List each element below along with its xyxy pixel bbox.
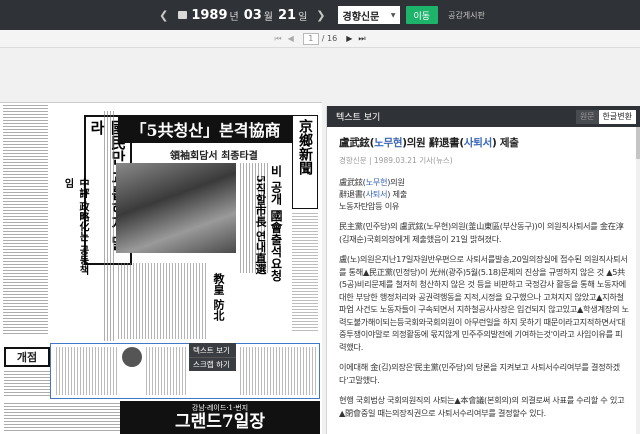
article-paragraph: 民主黨(민주당)의 盧武鉉(노무현)의원(釜山東區(부산동구))이 의원직사퇴서… xyxy=(339,221,624,244)
prev-date-arrow-icon[interactable]: ❮ xyxy=(155,9,172,22)
scrollbar-track[interactable] xyxy=(636,127,640,434)
ad-brand: 개점 xyxy=(4,347,50,367)
next-page-icon[interactable]: ▶ xyxy=(343,34,355,43)
year-unit: 년 xyxy=(229,11,239,23)
tab-korean[interactable]: 한글변환 xyxy=(598,109,636,124)
article-lead: 盧武鉉(노무현)의원 辭退書(사퇴서) 제출 노동자탄압등 이유 xyxy=(339,176,629,212)
day-unit: 일 xyxy=(298,11,308,23)
column-text xyxy=(292,213,318,333)
tab-original[interactable]: 원문 xyxy=(575,109,599,124)
calendar-icon[interactable] xyxy=(178,11,188,19)
article-meta: 경향신문 | 1989.03.21 기사(뉴스) xyxy=(339,156,453,165)
lead-part: )의원 xyxy=(387,177,405,187)
ad-bottom-title: 그랜드7일장 xyxy=(174,412,266,432)
column-text xyxy=(3,105,48,335)
total-pages: / 16 xyxy=(321,34,338,43)
text-panel-header: 텍스트 보기 원문 한글변환 xyxy=(327,106,640,127)
menu-item-scrap[interactable]: 스크랩 하기 xyxy=(189,357,236,371)
newspaper-select-value: 경향신문 xyxy=(342,11,380,23)
masthead: 京鄉新聞 xyxy=(292,115,318,209)
top-toolbar: ❮ 1989 년 03 월 21 일 ❯ 경향신문 ▼ 이동 공감게시판 xyxy=(0,0,640,30)
column-text xyxy=(104,111,116,341)
text-view-panel: 텍스트 보기 원문 한글변환 盧武鉉(노무현)의원 辭退書(사퇴서) 제출 경향… xyxy=(326,106,640,434)
first-page-icon[interactable]: ⏮ xyxy=(271,34,284,44)
article-paragraph: 盧(노)의원은지난17일자원반우편으로 사퇴서를발송,20일의장실에 접수된 의… xyxy=(339,254,629,352)
title-part: 사퇴서 xyxy=(463,137,492,149)
next-date-arrow-icon[interactable]: ❯ xyxy=(312,9,329,22)
lead-part: ) 제출 xyxy=(387,189,407,199)
move-button[interactable]: 이동 xyxy=(405,6,439,24)
bottom-ad-box: 강남·레이드·1·번지 그랜드7일장 xyxy=(120,401,320,434)
lead-part: 노동자탄압등 이유 xyxy=(339,201,400,211)
title-part: ) 제출 xyxy=(491,137,519,149)
left-subhead: 中評 政略化는 공동책임 xyxy=(62,178,88,275)
menu-item-text-view[interactable]: 텍스트 보기 xyxy=(189,343,236,357)
article-body: 盧武鉉(노무현)의원 辭退書(사퇴서) 제출 경향신문 | 1989.03.21… xyxy=(327,127,640,419)
lead-part: 盧武鉉( xyxy=(339,177,366,187)
month-value[interactable]: 03 xyxy=(244,8,262,23)
sub-headline: 領袖회담서 최종타결 xyxy=(170,151,258,162)
column-text xyxy=(4,403,120,433)
page-navigator: ⏮ ◀ 1 / 16 ▶ ⏭ xyxy=(0,30,640,48)
column-text xyxy=(118,263,208,339)
year-value[interactable]: 1989 xyxy=(191,8,227,23)
article-paragraph: 현행 국회법상 국회의원직의 사퇴는▲本會議(본회의)의 의결로써 사표를 수리… xyxy=(339,395,625,418)
prev-page-icon[interactable]: ◀ xyxy=(285,34,297,43)
newspaper-select[interactable]: 경향신문 ▼ xyxy=(337,6,400,24)
right-headline-2: 5직할市長 연내直選 xyxy=(254,175,267,275)
lead-part: 노무현 xyxy=(365,177,388,187)
day-value[interactable]: 21 xyxy=(278,8,296,23)
ad-text xyxy=(4,371,50,397)
lead-part: 사퇴서 xyxy=(365,189,388,199)
right-headline: 비 공개 國會출석요청 xyxy=(269,165,283,282)
context-menu: 텍스트 보기 스크랩 하기 xyxy=(189,343,236,371)
title-part: )의원 辭退書( xyxy=(402,137,464,149)
board-link[interactable]: 공감게시판 xyxy=(448,10,485,21)
month-unit: 월 xyxy=(263,11,273,23)
news-photo xyxy=(116,163,236,253)
mid-headline: 教皇 防北 xyxy=(212,273,225,321)
article-paragraph: 이에대해 金(김)의장은'民主黨(민주당)의 당론을 지켜보고 사퇴서수리여부를… xyxy=(339,362,620,385)
lead-part: 辭退書( xyxy=(339,189,366,199)
last-page-icon[interactable]: ⏭ xyxy=(355,34,368,44)
title-part: 노무현 xyxy=(374,137,403,149)
title-part: 盧武鉉( xyxy=(339,137,375,149)
text-panel-tabs: 원문 한글변환 xyxy=(575,106,640,127)
scrollbar-thumb[interactable] xyxy=(636,127,640,159)
page-number-input[interactable]: 1 xyxy=(302,32,319,45)
main-headline: 「5共청산」본격協商 xyxy=(118,115,293,143)
newspaper-page-viewer[interactable]: 國民만 괴롭히지 말라 中評 政略化는 공동책임 「5共청산」본격協商 領袖회담… xyxy=(0,102,322,434)
article-title: 盧武鉉(노무현)의원 辭退書(사퇴서) 제출 xyxy=(339,135,629,150)
text-panel-title: 텍스트 보기 xyxy=(336,113,381,123)
article-selection-box[interactable] xyxy=(50,343,320,399)
chevron-down-icon: ▼ xyxy=(390,11,396,19)
